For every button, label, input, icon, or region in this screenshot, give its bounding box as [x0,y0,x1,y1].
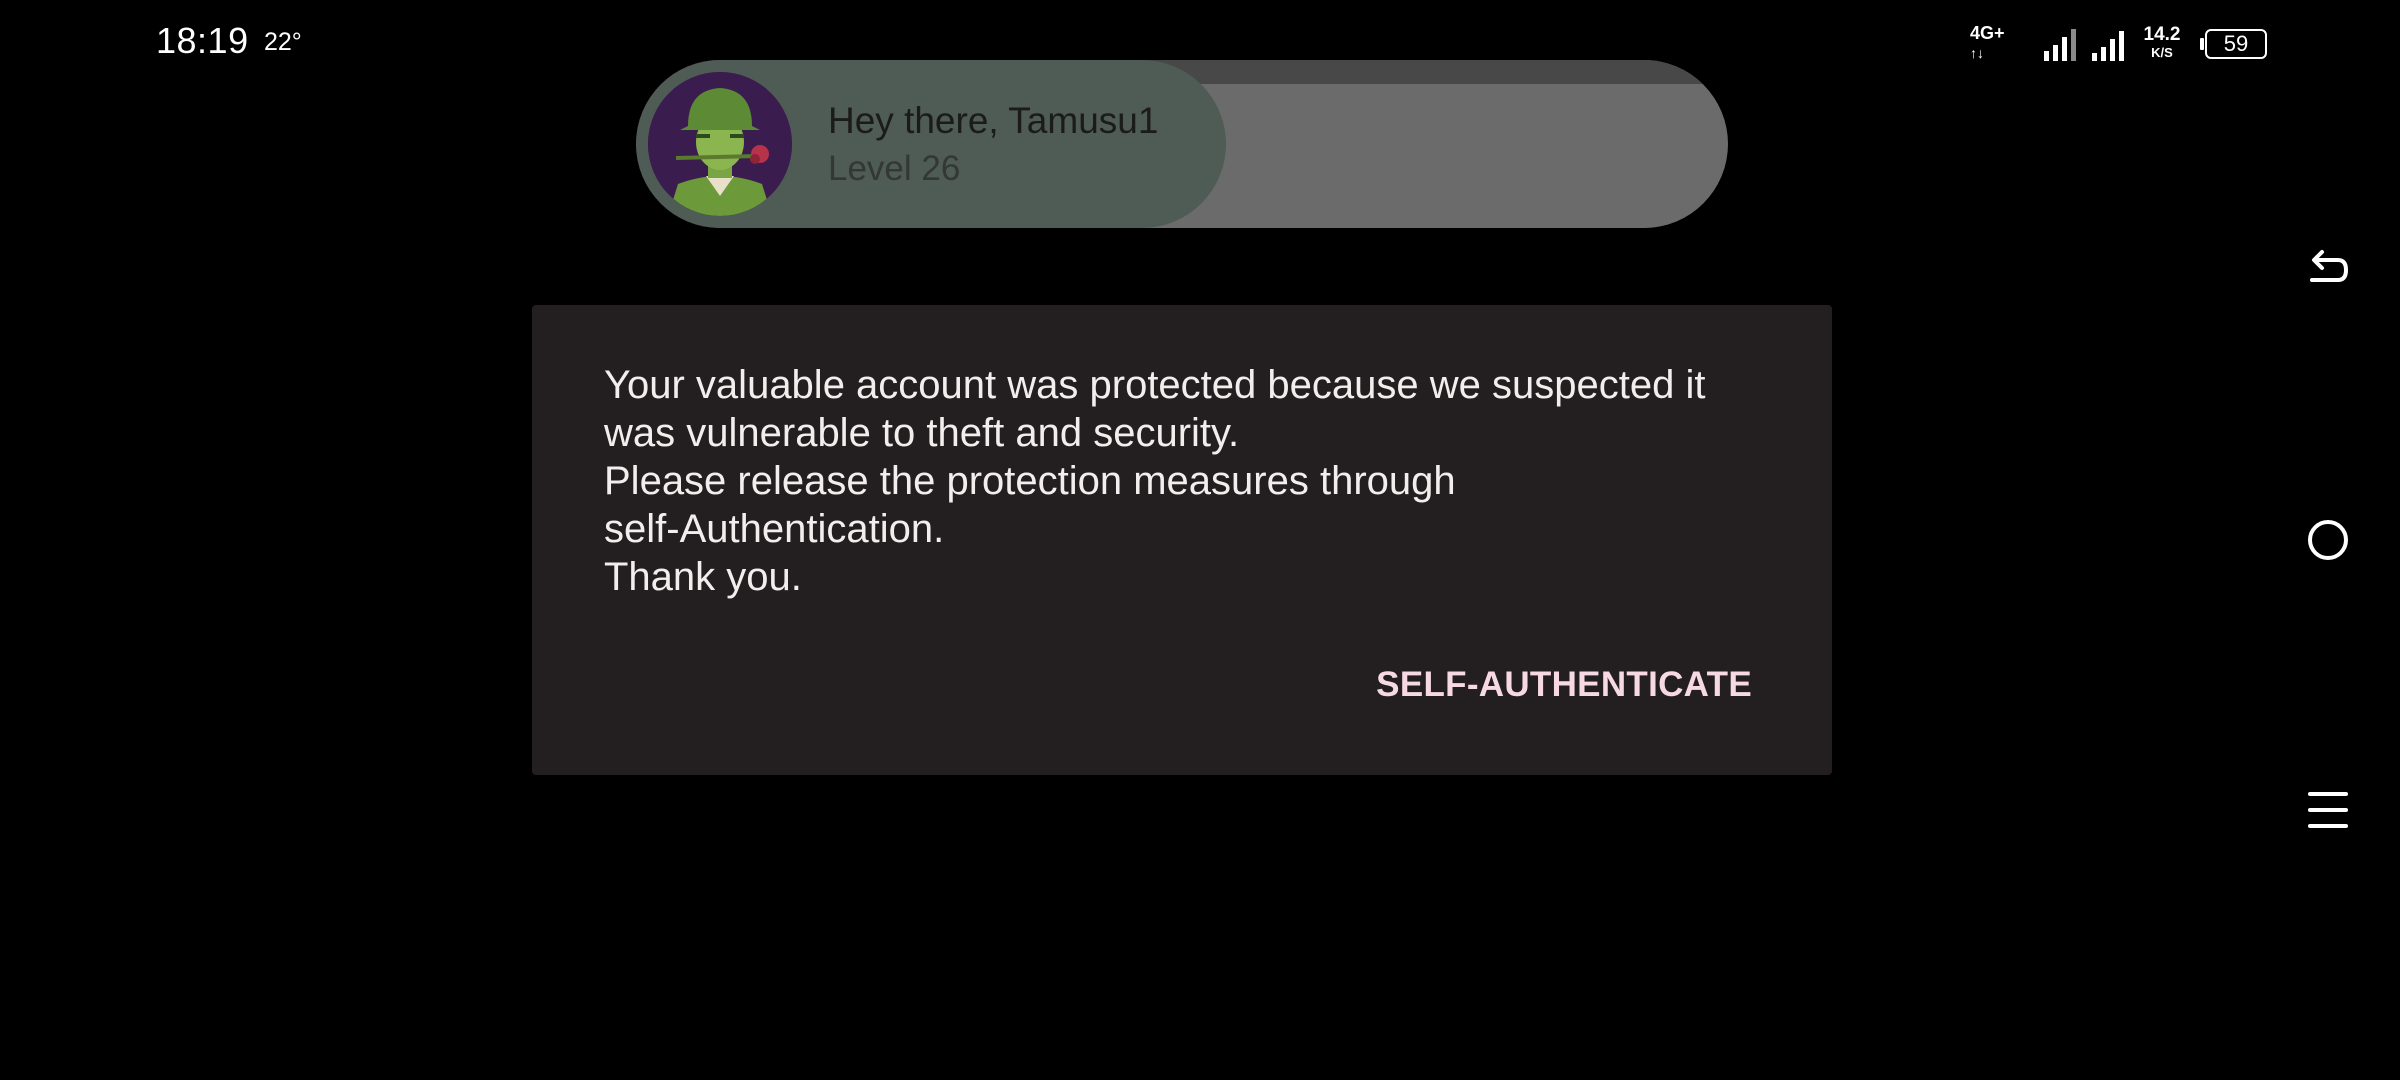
network-speed: 14.2 K/S [2140,24,2184,64]
data-arrows: ↑↓ [1970,45,1984,61]
message-line: was vulnerable to theft and security. [604,411,1240,455]
message-line: self-Authentication. [604,507,945,551]
profile-level: Level 26 [828,149,961,188]
status-temperature: 22° [264,28,302,56]
battery-level: 59 [2205,29,2267,59]
message-line: Thank you. [604,555,802,599]
home-button[interactable] [2300,512,2356,568]
security-dialog: Your valuable account was protected beca… [532,305,1832,775]
status-icons: 4G+ ↑↓ 14.2 K/S 59 [1970,22,2267,66]
soldier-with-rose-avatar-icon [648,72,792,216]
profile-greeting: Hey there, Tamusu1 [828,100,1159,141]
profile-banner[interactable]: Hey there, Tamusu1 Level 26 [636,60,1728,228]
signal-bars-icon [2044,27,2076,61]
back-arrow-icon [2310,250,2349,282]
recents-button[interactable] [2300,782,2356,838]
signal-bars-secondary-icon [2092,27,2124,61]
status-time: 18:19 [156,20,249,61]
speed-value: 14.2 [2143,24,2181,45]
back-button[interactable] [2300,242,2356,298]
battery-icon: 59 [2200,29,2267,59]
self-authenticate-button[interactable]: SELF-AUTHENTICATE [1376,665,1752,705]
screen: 18:19 22° 4G+ ↑↓ 14.2 K/S 59 Hey there, … [0,0,2400,1080]
home-circle-icon [2308,520,2348,560]
menu-lines-icon [2308,792,2348,828]
message-line: Please release the protection measures t… [604,459,1456,503]
speed-unit: K/S [2151,45,2173,60]
message-line: Your valuable account was protected beca… [604,363,1706,407]
avatar[interactable] [648,72,792,216]
network-4g-icon: 4G+ ↑↓ [1970,24,2028,64]
dialog-message: Your valuable account was protected beca… [604,361,1764,601]
network-type-label: 4G+ [1970,23,2005,43]
